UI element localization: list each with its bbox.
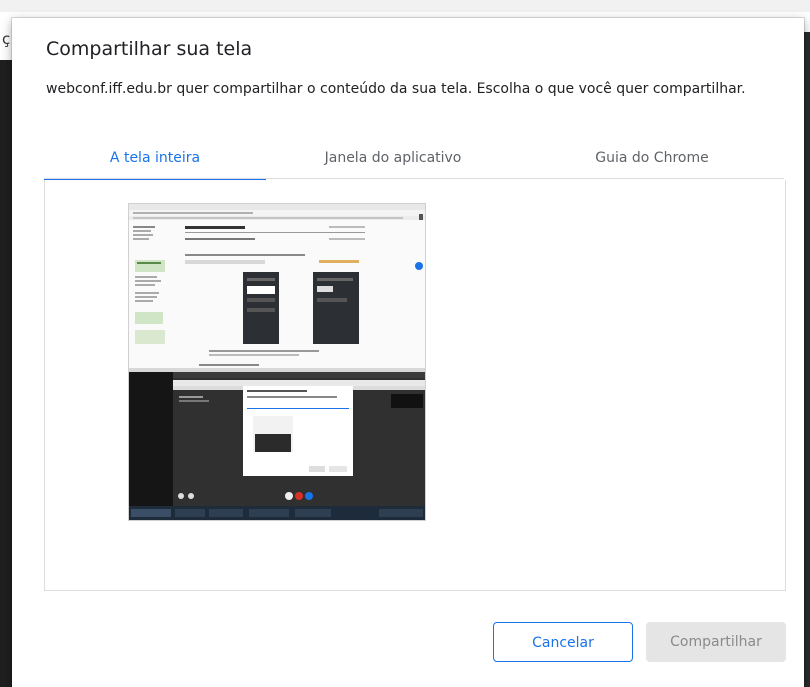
background-top-strip — [0, 0, 810, 12]
background-text-fragment: ç — [2, 30, 11, 48]
tab-chrome-tab[interactable]: Guia do Chrome — [520, 142, 784, 178]
source-tabs: A tela inteira Janela do aplicativo Guia… — [44, 142, 784, 180]
background-dark-edge-left — [0, 60, 12, 687]
background-dark-edge-right — [803, 32, 810, 687]
cancel-button[interactable]: Cancelar — [493, 622, 633, 662]
thumbnail-conference-view — [129, 372, 425, 520]
share-button[interactable]: Compartilhar — [646, 622, 786, 662]
tab-application-window[interactable]: Janela do aplicativo — [266, 142, 520, 178]
share-screen-dialog: Compartilhar sua tela webconf.iff.edu.br… — [12, 18, 804, 687]
screen-thumbnail[interactable] — [128, 203, 426, 521]
tab-entire-screen[interactable]: A tela inteira — [44, 142, 266, 180]
dialog-title: Compartilhar sua tela — [46, 38, 253, 60]
screen-list — [44, 180, 786, 591]
thumbnail-browser-drawing — [129, 204, 425, 372]
dialog-description: webconf.iff.edu.br quer compartilhar o c… — [46, 81, 746, 97]
tabs-divider — [44, 178, 784, 179]
thumbnail-browser-view — [129, 204, 425, 372]
thumbnail-conference-drawing — [129, 372, 425, 520]
